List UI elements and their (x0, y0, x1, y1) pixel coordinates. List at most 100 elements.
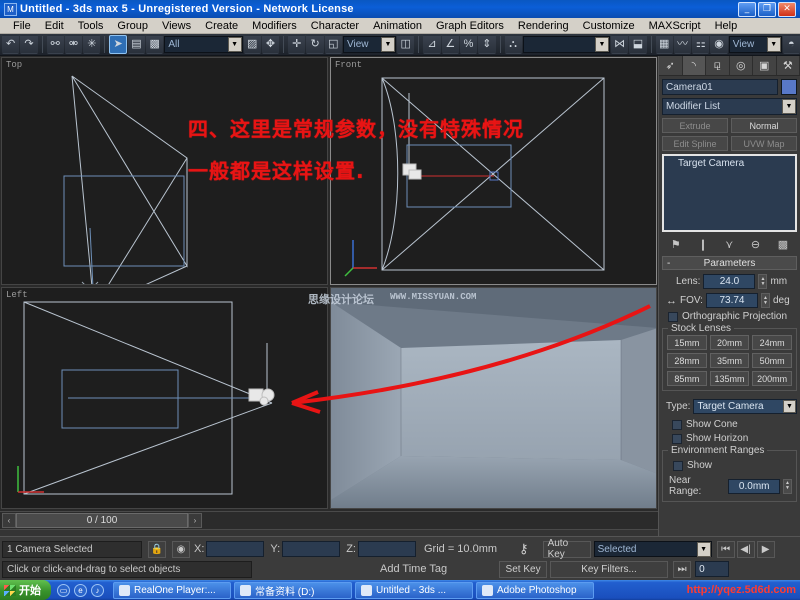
menu-modifiers[interactable]: Modifiers (245, 18, 304, 34)
near-range-field[interactable]: 0.0mm (728, 479, 780, 494)
camera-type-dropdown[interactable]: Target Camera ▼ (693, 399, 797, 414)
mirror-icon[interactable]: ⋈ (611, 35, 628, 54)
configure-sets-icon[interactable]: ▩ (778, 238, 788, 251)
set-key-button[interactable]: Set Key (499, 561, 547, 578)
make-unique-icon[interactable]: ⋎ (725, 238, 733, 251)
show-horizon-row[interactable]: Show Horizon (662, 433, 797, 444)
curve-editor-icon[interactable]: 〰 (674, 35, 691, 54)
object-name-field[interactable]: Camera01 (662, 79, 778, 95)
menu-create[interactable]: Create (198, 18, 245, 34)
lens-field[interactable]: 24.0 (703, 274, 755, 289)
show-horizon-checkbox[interactable] (672, 434, 682, 444)
chevron-down-icon[interactable]: ▼ (767, 37, 781, 52)
stock-lens-135mm[interactable]: 135mm (710, 371, 750, 386)
menu-customize[interactable]: Customize (576, 18, 642, 34)
modifier-button-extrude[interactable]: Extrude (662, 118, 728, 133)
stock-lens-20mm[interactable]: 20mm (710, 335, 750, 350)
modifier-button-edit-spline[interactable]: Edit Spline (662, 136, 728, 151)
key-filters-button[interactable]: Key Filters... (550, 561, 668, 578)
spinner-snap-icon[interactable]: ⇕ (478, 35, 495, 54)
remove-modifier-icon[interactable]: ⊖ (751, 238, 760, 251)
selection-filter-dropdown[interactable]: All ▼ (164, 36, 242, 53)
orthographic-checkbox[interactable] (668, 312, 678, 322)
select-and-rotate-icon[interactable]: ↻ (306, 35, 323, 54)
stock-lens-15mm[interactable]: 15mm (667, 335, 707, 350)
chevron-down-icon[interactable]: ▼ (228, 37, 242, 52)
stock-lens-50mm[interactable]: 50mm (752, 353, 792, 368)
undo-icon[interactable]: ↶ (2, 35, 19, 54)
env-show-row[interactable]: Show (667, 460, 792, 471)
menu-character[interactable]: Character (304, 18, 366, 34)
menu-edit[interactable]: Edit (38, 18, 71, 34)
near-range-spinner[interactable]: ▲▼ (783, 479, 792, 494)
angle-snap-icon[interactable]: ∠ (442, 35, 459, 54)
menu-tools[interactable]: Tools (71, 18, 111, 34)
fov-field[interactable]: 73.74 (706, 293, 758, 308)
window-crossing-icon[interactable]: ▨ (244, 35, 261, 54)
use-center-icon[interactable]: ◫ (397, 35, 414, 54)
menu-help[interactable]: Help (708, 18, 745, 34)
chevron-down-icon[interactable]: ▼ (782, 99, 796, 114)
x-coordinate-field[interactable] (206, 541, 264, 557)
key-set-dropdown[interactable]: Selected ▼ (594, 541, 712, 557)
material-editor-icon[interactable]: ◉ (710, 35, 727, 54)
taskbar-item-3dsmax[interactable]: Untitled - 3ds ... (355, 582, 473, 599)
viewport-front[interactable]: Front (330, 57, 657, 285)
tab-display[interactable]: ▣ (753, 56, 777, 75)
env-show-checkbox[interactable] (673, 461, 683, 471)
stock-lens-35mm[interactable]: 35mm (710, 353, 750, 368)
chevron-down-icon[interactable]: ▼ (783, 400, 796, 413)
viewport-perspective[interactable] (330, 287, 657, 509)
menu-group[interactable]: Group (110, 18, 155, 34)
menu-graph-editors[interactable]: Graph Editors (429, 18, 511, 34)
start-button[interactable]: 开始 (0, 580, 51, 600)
render-preset-dropdown[interactable]: View ▼ (729, 36, 782, 53)
minimize-button[interactable]: _ (738, 2, 756, 17)
previous-frame-icon[interactable]: ◀| (737, 541, 755, 558)
time-slider[interactable]: ‹ 0 / 100 › (2, 513, 202, 528)
menu-views[interactable]: Views (155, 18, 198, 34)
select-by-name-icon[interactable]: ▤ (128, 35, 145, 54)
tab-create[interactable]: ➶ (659, 56, 683, 75)
schematic-view-icon[interactable]: ⚏ (692, 35, 709, 54)
current-frame-field[interactable]: 0 (695, 561, 729, 577)
fov-spinner[interactable]: ▲▼ (761, 293, 770, 308)
stock-lens-85mm[interactable]: 85mm (667, 371, 707, 386)
parameters-header[interactable]: - Parameters (662, 256, 797, 270)
tab-utilities[interactable]: ⚒ (777, 56, 800, 75)
select-region-icon[interactable]: ▩ (146, 35, 163, 54)
modifier-button-uvw-map[interactable]: UVW Map (731, 136, 797, 151)
show-desktop-icon[interactable]: ▭ (57, 584, 70, 597)
snap-toggle-icon[interactable]: ⊿ (423, 35, 440, 54)
pin-stack-icon[interactable]: ⚑ (671, 238, 681, 251)
fov-type-icon[interactable]: ↔ (666, 295, 677, 307)
show-cone-checkbox[interactable] (672, 420, 682, 430)
unlink-selection-icon[interactable]: ⚮ (65, 35, 82, 54)
taskbar-item-realone[interactable]: RealOne Player:... (113, 582, 231, 599)
z-coordinate-field[interactable] (358, 541, 416, 557)
stock-lens-24mm[interactable]: 24mm (752, 335, 792, 350)
object-color-swatch[interactable] (781, 79, 797, 95)
time-next-button[interactable]: › (188, 513, 202, 528)
ref-coordinate-system-dropdown[interactable]: View ▼ (343, 36, 396, 53)
bind-space-warp-icon[interactable]: ✳ (83, 35, 100, 54)
layer-manager-icon[interactable]: ▦ (656, 35, 673, 54)
menu-rendering[interactable]: Rendering (511, 18, 576, 34)
stack-item-target-camera[interactable]: Target Camera (664, 156, 795, 169)
quick-render-icon[interactable]: ◓ (783, 35, 800, 54)
percent-snap-icon[interactable]: % (460, 35, 477, 54)
collapse-icon[interactable]: - (667, 258, 670, 269)
auto-key-button[interactable]: Auto Key (543, 541, 591, 558)
key-mode-icon[interactable]: ⚷ (519, 541, 529, 557)
taskbar-item-folder[interactable]: 常备资料 (D:) (234, 582, 352, 599)
show-cone-row[interactable]: Show Cone (662, 419, 797, 430)
named-selection-dropdown[interactable]: ▼ (523, 36, 610, 53)
go-to-start-icon[interactable]: ⏮ (717, 541, 735, 558)
y-coordinate-field[interactable] (282, 541, 340, 557)
stock-lens-28mm[interactable]: 28mm (667, 353, 707, 368)
absolute-relative-transform-icon[interactable]: ◉ (172, 541, 190, 558)
align-icon[interactable]: ⬓ (629, 35, 646, 54)
lock-selection-icon[interactable]: 🔒 (148, 541, 166, 558)
lens-spinner[interactable]: ▲▼ (758, 274, 767, 289)
close-button[interactable]: ✕ (778, 2, 796, 17)
